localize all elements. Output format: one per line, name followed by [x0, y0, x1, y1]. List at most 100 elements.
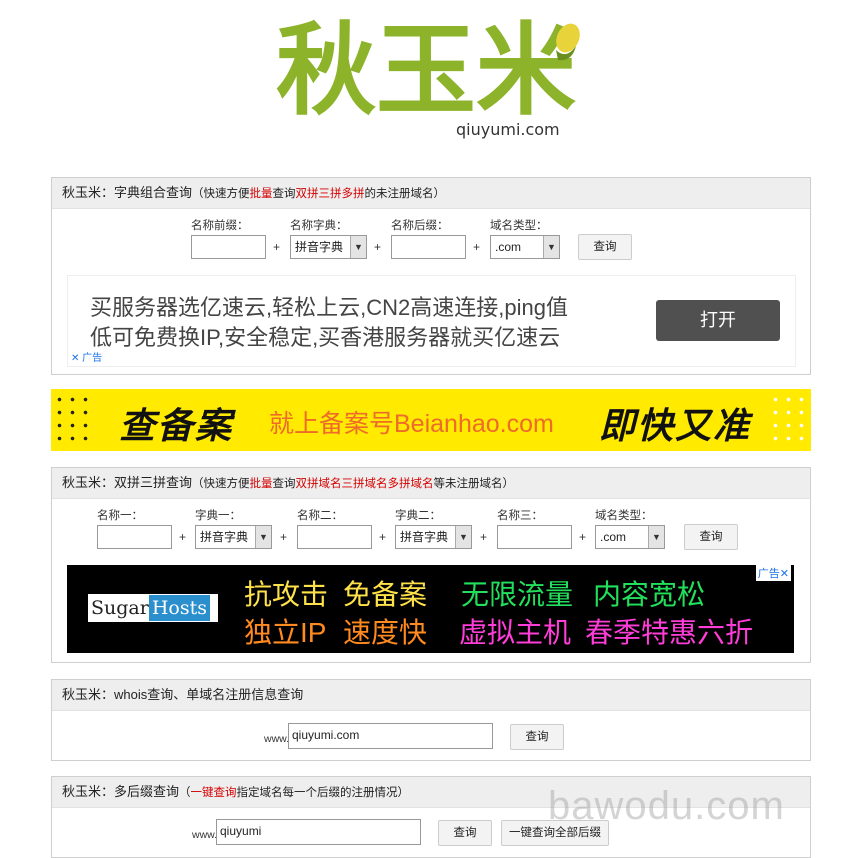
- name3-input[interactable]: [497, 525, 572, 549]
- name1-input[interactable]: [97, 525, 172, 549]
- type-select-value: .com: [600, 530, 627, 544]
- type-select[interactable]: .com ▼: [595, 525, 665, 549]
- logo-domain: qiuyumi.com: [456, 120, 560, 139]
- logo-chars: 秋玉米: [276, 12, 576, 120]
- ad-text: 免备案: [343, 579, 428, 610]
- query-button[interactable]: 查询: [578, 234, 632, 260]
- desc-highlight: 双拼三拼多拼: [295, 188, 365, 200]
- desc-highlight: 双拼域名三拼域名多拼域名: [295, 478, 434, 490]
- desc-part: 查询: [272, 478, 296, 490]
- multi-pinyin-panel: 秋玉米：双拼三拼查询（快速方便批量查询双拼域名三拼域名多拼域名等未注册域名） 名…: [51, 467, 811, 663]
- dict-select-value: 拼音字典: [295, 240, 344, 254]
- banner-left-text: 查备案: [119, 405, 234, 446]
- name3-label: 名称三：: [497, 510, 543, 522]
- panel-title: 秋玉米：字典组合查询（快速方便批量查询双拼三拼多拼的未注册域名）: [52, 178, 810, 209]
- panel-title: 秋玉米：双拼三拼查询（快速方便批量查询双拼域名三拼域名多拼域名等未注册域名）: [52, 468, 810, 499]
- chevron-down-icon: ▼: [543, 236, 559, 258]
- plus-sign: +: [280, 530, 288, 544]
- dict2-label: 字典二：: [395, 510, 441, 522]
- ad-sugarhosts[interactable]: Sugar Hosts 抗攻击 免备案 无限流量 内容宽松 独立IP 速度快 虚拟…: [67, 565, 794, 653]
- chevron-down-icon: ▼: [350, 236, 366, 258]
- plus-sign: +: [273, 240, 281, 254]
- desc-highlight: 一键查询: [190, 787, 237, 799]
- plus-sign: +: [480, 530, 488, 544]
- ad-yisu[interactable]: 买服务器选亿速云,轻松上云,CN2高速连接,ping值 低可免费换IP,安全稳定…: [67, 275, 796, 367]
- type-label: 域名类型：: [595, 510, 653, 522]
- logo-graphic: 秋玉米: [276, 12, 580, 120]
- dict2-select[interactable]: 拼音字典 ▼: [395, 525, 472, 549]
- close-icon[interactable]: ✕: [780, 568, 789, 580]
- ad-text: 抗攻击: [244, 579, 329, 610]
- type-select[interactable]: .com ▼: [490, 235, 560, 259]
- ad-text: 速度快: [343, 617, 428, 648]
- whois-domain-input[interactable]: qiuyumi.com: [288, 723, 493, 749]
- ad-open-button[interactable]: 打开: [656, 300, 780, 341]
- dict-label: 名称字典：: [290, 220, 348, 232]
- www-prefix: www.: [264, 733, 290, 745]
- watermark: bawodu.com: [548, 784, 785, 828]
- name2-label: 名称二：: [297, 510, 343, 522]
- plus-sign: +: [579, 530, 587, 544]
- dict-select[interactable]: 拼音字典 ▼: [290, 235, 367, 259]
- desc-highlight: 批量: [249, 478, 273, 490]
- suffix-input[interactable]: [391, 235, 466, 259]
- ad-line-1: 买服务器选亿速云,轻松上云,CN2高速连接,ping值: [90, 295, 568, 320]
- ad-text: 春季特惠六折: [585, 617, 754, 648]
- desc-part: 查询: [272, 188, 296, 200]
- www-prefix: www.: [192, 829, 218, 841]
- panel-title: 秋玉米：whois查询、单域名注册信息查询: [52, 680, 810, 711]
- prefix-label: 名称前缀：: [191, 220, 249, 232]
- desc-part: 指定域名每一个后缀的注册情况）: [236, 787, 410, 799]
- dots-decoration: [769, 393, 809, 447]
- type-select-value: .com: [495, 240, 522, 254]
- name1-label: 名称一：: [97, 510, 143, 522]
- brand-part: Sugar: [91, 597, 149, 619]
- sugarhosts-logo: Sugar Hosts: [88, 594, 218, 622]
- panel-title-text: 秋玉米：字典组合查询: [62, 185, 193, 200]
- chevron-down-icon: ▼: [255, 526, 271, 548]
- dict-select-value: 拼音字典: [400, 530, 449, 544]
- ad-mark-text: 广告: [82, 353, 103, 364]
- plus-sign: +: [179, 530, 187, 544]
- beianhao-banner[interactable]: 查备案 就上备案号Beianhao.com 即快又准: [51, 389, 811, 451]
- desc-part: 的未注册域名）: [364, 188, 446, 200]
- panel-title-text: 秋玉米：双拼三拼查询: [62, 475, 193, 490]
- ad-text: 独立IP: [244, 617, 327, 648]
- whois-panel: 秋玉米：whois查询、单域名注册信息查询 www. qiuyumi.com 查…: [51, 679, 811, 761]
- dict-combo-panel: 秋玉米：字典组合查询（快速方便批量查询双拼三拼多拼的未注册域名） 名称前缀： 名…: [51, 177, 811, 375]
- desc-highlight: 批量: [249, 188, 273, 200]
- desc-part: 等未注册域名）: [433, 478, 515, 490]
- banner-middle-text: 就上备案号Beianhao.com: [269, 410, 554, 438]
- dict-select-value: 拼音字典: [200, 530, 249, 544]
- suffix-label: 名称后缀：: [391, 220, 449, 232]
- site-logo[interactable]: 秋玉米 qiuyumi.com: [276, 10, 586, 140]
- desc-part: （快速方便: [192, 188, 250, 200]
- chevron-down-icon: ▼: [648, 526, 664, 548]
- close-icon[interactable]: ✕: [71, 353, 79, 364]
- banner-right-text: 即快又准: [599, 405, 752, 446]
- prefix-input[interactable]: [191, 235, 266, 259]
- ad-line-2: 低可免费换IP,安全稳定,买香港服务器就买亿速云: [90, 325, 561, 350]
- type-label: 域名类型：: [490, 220, 548, 232]
- panel-title-text: 秋玉米：多后缀查询: [62, 784, 180, 799]
- dots-decoration: [53, 393, 93, 447]
- query-button[interactable]: 查询: [684, 524, 738, 550]
- ad-text: 无限流量: [461, 579, 574, 610]
- plus-sign: +: [473, 240, 481, 254]
- ad-text: 内容宽松: [593, 579, 706, 610]
- whois-query-button[interactable]: 查询: [510, 724, 564, 750]
- suffix-query-button[interactable]: 查询: [438, 820, 492, 846]
- name2-input[interactable]: [297, 525, 372, 549]
- ad-mark[interactable]: 广告✕: [755, 565, 791, 581]
- desc-part: （快速方便: [192, 478, 250, 490]
- chevron-down-icon: ▼: [455, 526, 471, 548]
- dict1-label: 字典一：: [195, 510, 241, 522]
- ad-mark-text: 广告: [757, 568, 780, 580]
- suffix-domain-input[interactable]: qiuyumi: [216, 819, 421, 845]
- plus-sign: +: [379, 530, 387, 544]
- dict1-select[interactable]: 拼音字典 ▼: [195, 525, 272, 549]
- ad-text: 虚拟主机: [459, 617, 572, 648]
- desc-part: （: [179, 787, 191, 799]
- plus-sign: +: [374, 240, 382, 254]
- ad-mark[interactable]: ✕ 广告: [71, 349, 102, 364]
